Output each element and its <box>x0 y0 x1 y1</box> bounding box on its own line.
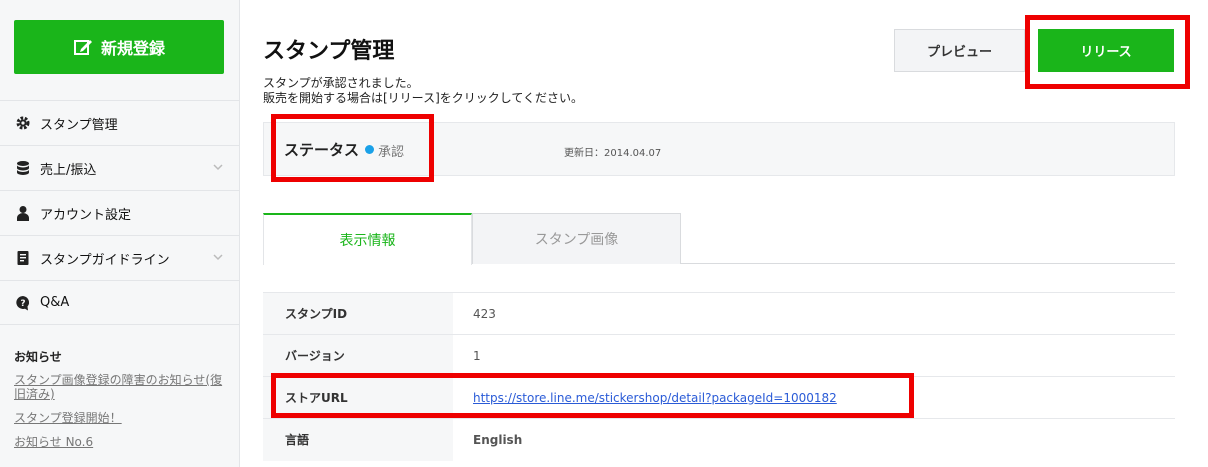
row-key: スタンプID <box>263 292 453 335</box>
highlight-store-url <box>271 373 914 418</box>
page-title: スタンプ管理 <box>263 39 395 64</box>
tab-sticker-images[interactable]: スタンプ画像 <box>472 213 681 264</box>
row-key: 言語 <box>263 418 453 461</box>
table-row: バージョン 1 <box>263 334 1175 377</box>
row-key: バージョン <box>263 334 453 377</box>
highlight-status <box>271 114 434 182</box>
sidebar-item-sticker-management[interactable]: スタンプ管理 <box>0 100 239 145</box>
sidebar-item-label: スタンプ管理 <box>40 117 118 133</box>
document-icon <box>15 250 31 266</box>
sidebar-item-label: スタンプガイドライン <box>40 252 170 268</box>
highlight-release-button <box>1025 15 1190 89</box>
chevron-down-icon <box>213 164 223 171</box>
row-value: 423 <box>453 292 1175 335</box>
sidebar-item-account[interactable]: アカウント設定 <box>0 190 239 235</box>
row-value: 1 <box>453 334 1175 377</box>
news-link[interactable]: スタンプ登録開始！ <box>14 411 229 425</box>
new-registration-button[interactable]: 新規登録 <box>14 20 224 74</box>
updated-date: 更新日：2014.04.07 <box>564 148 662 159</box>
news-section: お知らせ スタンプ画像登録の障害のお知らせ(復旧済み) スタンプ登録開始！ お知… <box>14 348 229 459</box>
sidebar: 新規登録 スタンプ管理 売上/振込 アカウント設定 スタンプガイドライン ? Q… <box>0 0 240 467</box>
sidebar-item-label: 売上/振込 <box>40 162 97 178</box>
news-title: お知らせ <box>14 350 62 364</box>
sidebar-item-guidelines[interactable]: スタンプガイドライン <box>0 235 239 280</box>
user-icon <box>15 205 31 221</box>
preview-button[interactable]: プレビュー <box>894 29 1025 72</box>
status-message: スタンプが承認されました。 販売を開始する場合は[リリース]をクリックしてくださ… <box>263 76 583 106</box>
news-link[interactable]: スタンプ画像登録の障害のお知らせ(復旧済み) <box>14 373 229 401</box>
question-bubble-icon: ? <box>15 295 31 311</box>
sidebar-item-qa[interactable]: ? Q&A <box>0 280 239 325</box>
tab-bar: 表示情報 スタンプ画像 <box>263 213 1175 265</box>
edit-icon <box>73 40 92 55</box>
gear-icon <box>15 115 31 131</box>
row-value: English <box>453 418 1175 461</box>
database-icon <box>15 160 31 176</box>
chevron-down-icon <box>213 254 223 261</box>
sidebar-item-label: アカウント設定 <box>40 207 132 223</box>
sidebar-item-sales[interactable]: 売上/振込 <box>0 145 239 190</box>
status-message-line: スタンプが承認されました。 <box>263 76 419 90</box>
new-registration-label: 新規登録 <box>100 39 165 58</box>
sidebar-item-label: Q&A <box>40 295 70 310</box>
status-message-line: 販売を開始する場合は[リリース]をクリックしてください。 <box>263 91 584 105</box>
news-link[interactable]: お知らせ No.6 <box>14 435 229 449</box>
svg-text:?: ? <box>20 299 25 309</box>
table-row: スタンプID 423 <box>263 292 1175 335</box>
sidebar-menu: スタンプ管理 売上/振込 アカウント設定 スタンプガイドライン ? Q&A <box>0 100 239 325</box>
table-row: 言語 English <box>263 418 1175 461</box>
tab-display-info[interactable]: 表示情報 <box>263 213 472 265</box>
